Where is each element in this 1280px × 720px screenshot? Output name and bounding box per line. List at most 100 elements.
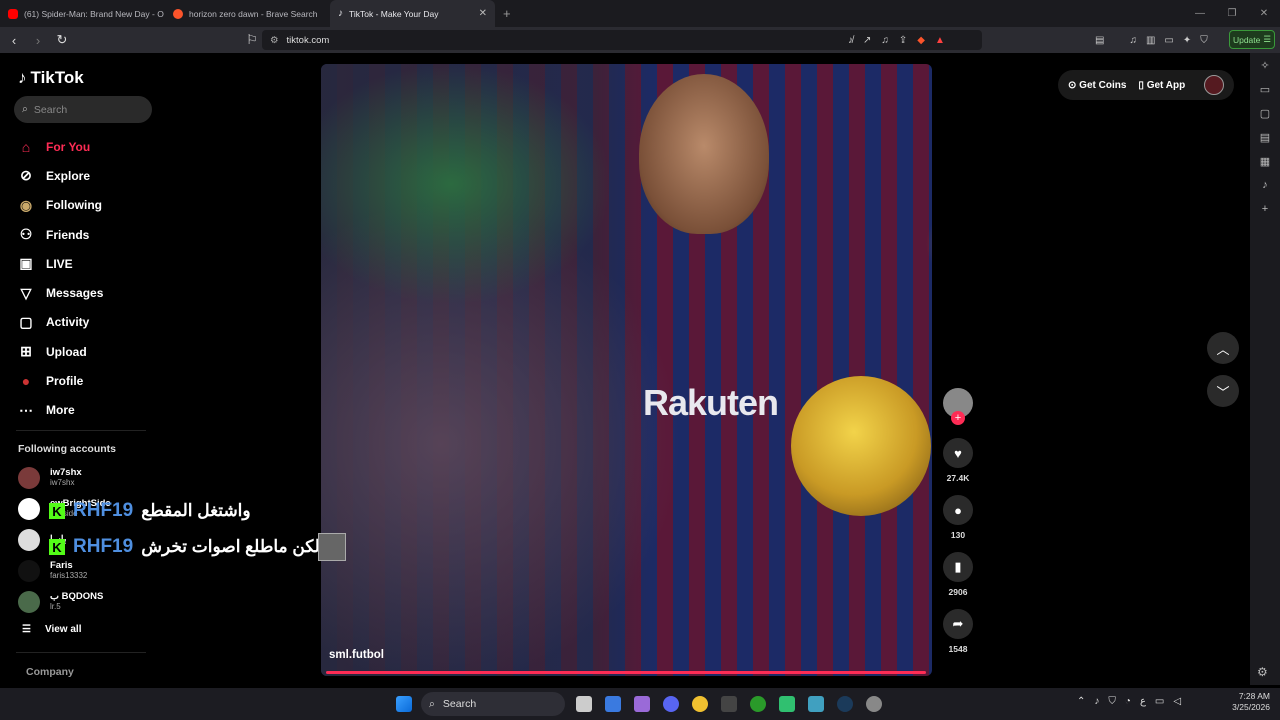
nav-messages[interactable]: ▽ Messages (16, 278, 166, 307)
volume-icon[interactable]: ♪ (1094, 696, 1099, 707)
gear-icon[interactable]: ⚙ (1257, 665, 1268, 679)
previous-video-button[interactable]: ︿ (1207, 332, 1239, 364)
nav-explore[interactable]: ⊘ Explore (16, 161, 166, 190)
sidebar-toggle-icon[interactable]: ▥ (1146, 35, 1155, 46)
company-link[interactable]: Company (26, 666, 74, 678)
chat-image (317, 533, 346, 561)
avatar (18, 590, 40, 613)
avatar (18, 528, 40, 551)
vpn-icon[interactable]: ⛉ (1200, 35, 1208, 46)
close-window-icon[interactable]: ✕ (1248, 8, 1280, 19)
list-item[interactable]: ب BQDONS lr.5 (18, 586, 111, 617)
list-icon: ☰ (22, 624, 31, 635)
music-icon[interactable]: ♫ (1129, 35, 1137, 46)
minimize-icon[interactable]: — (1184, 8, 1216, 19)
tab-youtube[interactable]: (61) Spider-Man: Brand New Day - O (0, 0, 165, 27)
avatar[interactable] (1204, 75, 1224, 95)
search-input[interactable]: ⌕ Search (14, 96, 152, 123)
close-tab-icon[interactable]: ✕ (479, 8, 487, 19)
video-player[interactable]: Rakuten (321, 64, 932, 676)
following-accounts-title: Following accounts (18, 443, 117, 455)
store-icon[interactable] (605, 696, 621, 712)
system-tray: ⌃ ♪ ⛉ ◔ ع ▭ ◁ (1077, 696, 1181, 707)
back-icon[interactable]: ‹ (4, 33, 24, 48)
save-button[interactable]: ▮ (943, 552, 973, 582)
share-button[interactable]: ➦ (943, 609, 973, 639)
media-icon[interactable]: ♫ (881, 35, 889, 46)
reload-icon[interactable]: ↻ (52, 32, 72, 48)
history-icon[interactable]: ▦ (1260, 155, 1270, 168)
main-nav: ⌂ For You ⊘ Explore ◉ Following ⚇ Friend… (16, 132, 166, 425)
brave-icon[interactable] (634, 696, 650, 712)
share-arrow-icon: ➦ (952, 616, 964, 631)
reader-icon[interactable]: ▤ (1095, 35, 1104, 46)
extension-toolbar: ▤ ♫ ▥ ▭ ✦ ⛉ (1095, 30, 1208, 50)
tab-brave-search[interactable]: horizon zero dawn - Brave Search (165, 0, 330, 27)
chevron-up-icon: ︿ (1216, 341, 1230, 357)
reading-list-icon[interactable]: ▤ (1260, 131, 1270, 144)
nav-activity[interactable]: ▢ Activity (16, 308, 166, 337)
nav-upload[interactable]: ⊞ Upload (16, 337, 166, 366)
update-button[interactable]: Update ☰ (1229, 30, 1275, 49)
search-icon: ⌕ (22, 103, 28, 115)
add-icon[interactable]: + (1262, 203, 1268, 216)
clock[interactable]: 7:28 AM 3/25/2026 (1226, 691, 1270, 713)
chevron-up-icon[interactable]: ⌃ (1077, 696, 1085, 707)
task-view-icon[interactable] (576, 696, 592, 712)
mute-icon[interactable]: ♪̸ (848, 35, 853, 46)
leo-ai-icon[interactable]: ✧ (1260, 59, 1269, 72)
discord-icon[interactable] (663, 696, 679, 712)
nav-more[interactable]: ⋯ More (16, 396, 166, 425)
brave-shields-icon[interactable]: ◆ (917, 35, 925, 46)
language-indicator[interactable]: ع (1140, 696, 1146, 707)
speaker-icon[interactable]: ◁ (1173, 696, 1181, 707)
wallet-icon[interactable]: ▭ (1164, 35, 1173, 46)
app-icon[interactable] (808, 696, 824, 712)
network-icon[interactable]: ▭ (1155, 696, 1164, 707)
tab-tiktok[interactable]: ♪ TikTok - Make Your Day ✕ (330, 0, 495, 27)
video-progress-bar[interactable] (326, 671, 926, 674)
tiktok-logo[interactable]: ♪ TikTok (18, 68, 84, 88)
steam-icon[interactable] (837, 696, 853, 712)
share-icon[interactable]: ⇪ (899, 35, 907, 46)
follow-plus-icon[interactable]: + (951, 411, 965, 425)
avatar (18, 559, 40, 582)
maximize-icon[interactable]: ❐ (1216, 8, 1248, 19)
nav-for-you[interactable]: ⌂ For You (16, 132, 166, 161)
bolt-icon[interactable] (721, 696, 737, 712)
site-settings-icon[interactable]: ⚙ (270, 35, 279, 46)
get-app-button[interactable]: ▯ Get App (1138, 80, 1185, 91)
video-author[interactable]: sml.futbol (329, 649, 384, 661)
comment-button[interactable]: ● (943, 495, 973, 525)
xbox-icon[interactable] (750, 696, 766, 712)
get-coins-button[interactable]: ⊙ Get Coins (1068, 80, 1126, 91)
nav-friends[interactable]: ⚇ Friends (16, 220, 166, 249)
open-external-icon[interactable]: ↗ (863, 35, 871, 46)
list-item[interactable]: iw7shx iw7shx (18, 462, 111, 493)
nav-following[interactable]: ◉ Following (16, 191, 166, 220)
shield-icon[interactable]: ⛉ (1108, 696, 1116, 707)
nav-profile[interactable]: ● Profile (16, 366, 166, 395)
app-icon[interactable] (692, 696, 708, 712)
music-icon[interactable]: ♪ (1262, 179, 1268, 192)
plus-icon[interactable]: + (495, 6, 519, 21)
chat-message: K RHF19 لكن ماطلع اصوات تخرش (49, 533, 346, 561)
bookmark-icon[interactable]: ⚐ (242, 32, 262, 48)
wallet-icon[interactable]: ▭ (1260, 83, 1270, 96)
url-actions: ♪̸ ↗ ♫ ⇪ ◆ ▲ (848, 30, 945, 50)
forward-icon[interactable]: › (28, 33, 48, 48)
leo-ai-icon[interactable]: ✦ (1183, 35, 1191, 46)
creator-avatar[interactable]: + (943, 388, 973, 425)
settings-icon[interactable] (866, 696, 882, 712)
brave-rewards-icon[interactable]: ▲ (935, 35, 945, 46)
view-all-button[interactable]: ☰ View all (22, 624, 81, 635)
bookmarks-icon[interactable]: ▢ (1260, 107, 1270, 120)
next-video-button[interactable]: ﹀ (1207, 375, 1239, 407)
like-button[interactable]: ♥ (943, 438, 973, 468)
nav-live[interactable]: ▣ LIVE (16, 249, 166, 278)
windows-start-icon[interactable] (396, 696, 412, 712)
app-icon[interactable] (779, 696, 795, 712)
avatar (18, 466, 40, 489)
microphone-icon[interactable]: ◔ (1125, 696, 1131, 707)
taskbar-search[interactable]: ⌕ Search (421, 692, 565, 716)
